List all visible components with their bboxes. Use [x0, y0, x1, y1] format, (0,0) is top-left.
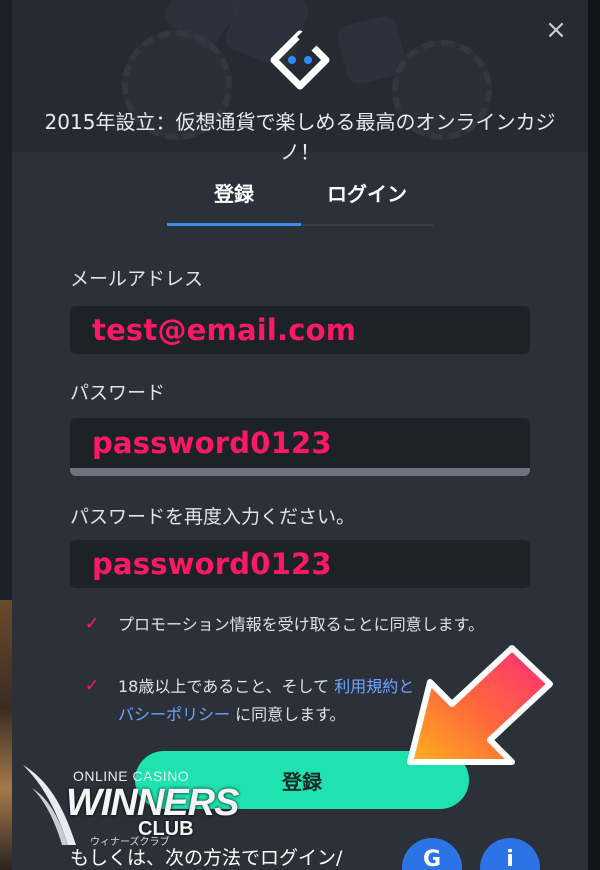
confirm-password-label: パスワードを再度入力ください。: [70, 506, 356, 528]
promo-consent-row: ✓ プロモーション情報を受け取ることに同意します。: [82, 611, 542, 639]
close-button[interactable]: ×: [544, 15, 568, 45]
promo-checkbox[interactable]: ✓: [82, 614, 102, 634]
age-consent-suffix: に同意します。: [235, 705, 346, 724]
tagline: 2015年設立：仮想通貨で楽しめる最高のオンラインカジノ！: [44, 110, 556, 164]
site-watermark-logo: ONLINE CASINO WINNERS CLUB ウィナーズクラブ: [18, 760, 239, 855]
password-field[interactable]: password0123: [70, 418, 530, 476]
twitch-login-button[interactable]: ⅰ: [480, 838, 540, 870]
age-consent-prefix: 18歳以上であること、そして: [118, 677, 330, 696]
checkmark-icon: ✓: [84, 676, 100, 696]
tab-register[interactable]: 登録: [167, 172, 301, 224]
active-tab-indicator: [167, 223, 301, 226]
watermark-kana-text: ウィナーズクラブ: [90, 837, 170, 848]
diamond-face-icon: [270, 30, 330, 90]
confirm-password-value: password0123: [92, 547, 332, 581]
checkmark-icon: ✓: [84, 614, 100, 634]
email-value: test@email.com: [92, 313, 357, 347]
age-checkbox[interactable]: ✓: [82, 676, 102, 696]
privacy-policy-link[interactable]: バシーポリシー: [118, 705, 230, 724]
auth-tabs: 登録 ログイン: [167, 172, 433, 226]
password-label: パスワード: [70, 382, 166, 404]
confirm-password-field[interactable]: password0123: [70, 540, 530, 588]
age-consent-text: 18歳以上であること、そして 利用規約と バシーポリシー に同意します。: [118, 673, 414, 729]
password-value: password0123: [92, 426, 332, 460]
email-label: メールアドレス: [70, 268, 204, 290]
promo-consent-text: プロモーション情報を受け取ることに同意します。: [118, 615, 485, 634]
tab-login[interactable]: ログイン: [301, 172, 433, 224]
google-login-button[interactable]: G: [402, 838, 462, 870]
close-icon: ×: [545, 15, 567, 45]
twitch-icon: ⅰ: [506, 846, 514, 870]
annotation-arrow-icon: [407, 645, 553, 765]
email-field[interactable]: test@email.com: [70, 306, 530, 354]
google-icon: G: [422, 846, 442, 870]
